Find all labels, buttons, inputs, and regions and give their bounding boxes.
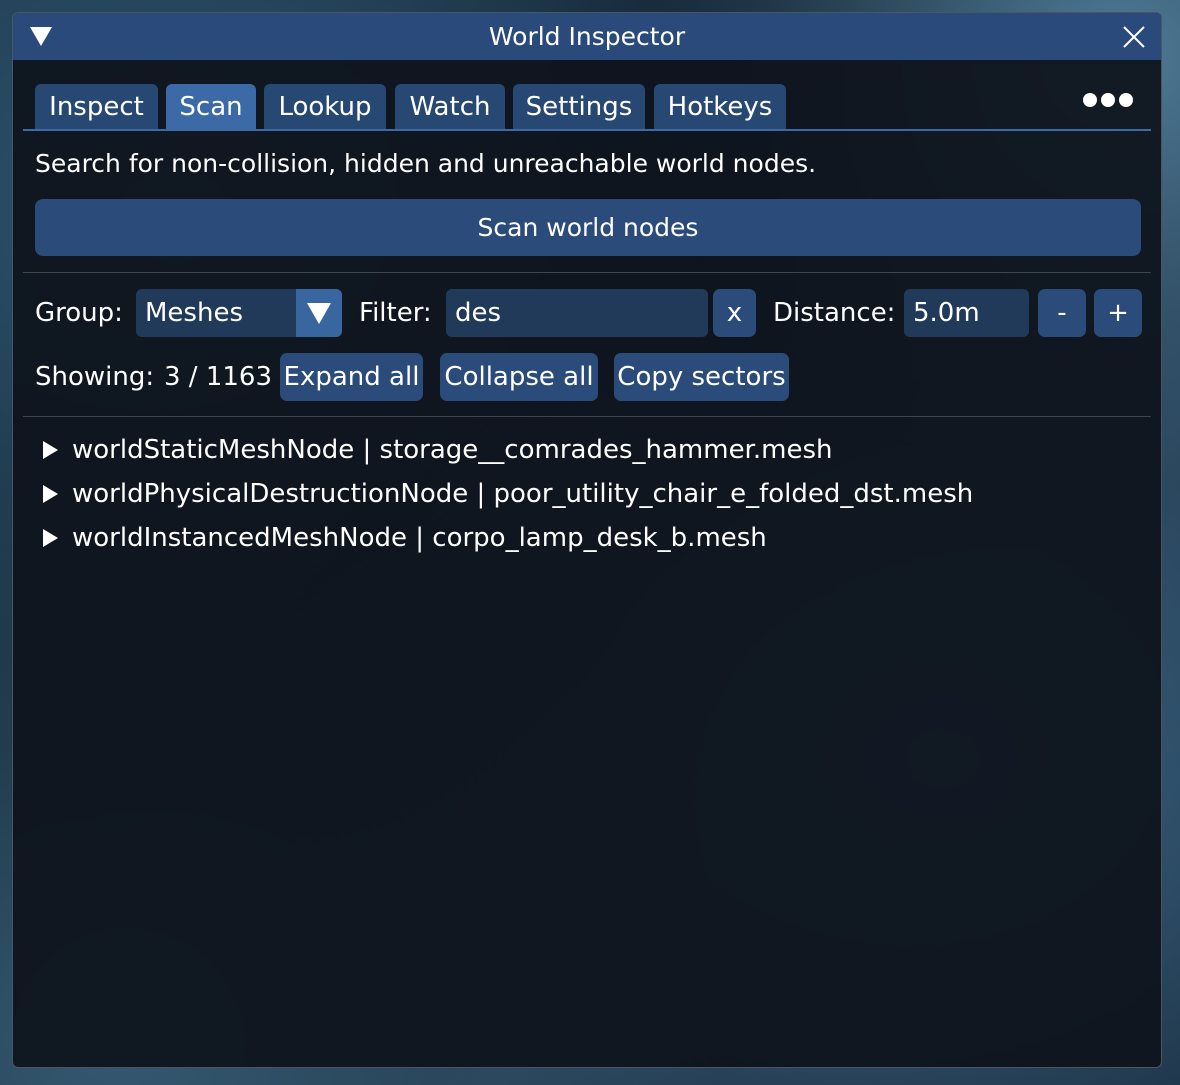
tab-hotkeys[interactable]: Hotkeys — [654, 84, 786, 130]
tree-expand-arrow-icon — [43, 441, 58, 459]
distance-label: Distance: — [773, 298, 896, 328]
close-icon[interactable] — [1121, 24, 1147, 50]
list-item-label: worldPhysicalDestructionNode | poor_util… — [72, 479, 974, 509]
group-label: Group: — [35, 298, 123, 328]
tree-expand-arrow-icon — [43, 485, 58, 503]
distance-input-value: 5.0m — [913, 298, 980, 328]
group-select[interactable]: Meshes — [136, 289, 342, 337]
list-item[interactable]: worldInstancedMeshNode | corpo_lamp_desk… — [43, 523, 767, 553]
copy-sectors-button[interactable]: Copy sectors — [614, 353, 789, 401]
collapse-triangle-icon[interactable] — [30, 27, 52, 46]
tab-settings[interactable]: Settings — [513, 84, 645, 130]
tab-inspect[interactable]: Inspect — [35, 84, 158, 130]
clear-filter-button[interactable]: x — [713, 289, 756, 337]
title-bar[interactable]: World Inspector — [13, 13, 1161, 60]
collapse-all-button[interactable]: Collapse all — [440, 353, 598, 401]
chevron-down-icon — [307, 302, 331, 324]
filter-input-value: des — [455, 298, 502, 328]
group-select-value: Meshes — [145, 298, 243, 328]
showing-label: Showing: — [35, 362, 155, 392]
list-item[interactable]: worldStaticMeshNode | storage__comrades_… — [43, 435, 832, 465]
distance-decrease-button[interactable]: - — [1038, 289, 1086, 337]
list-item-label: worldStaticMeshNode | storage__comrades_… — [72, 435, 833, 465]
tab-scan[interactable]: Scan — [166, 84, 256, 130]
tree-expand-arrow-icon — [43, 529, 58, 547]
window-title: World Inspector — [488, 22, 686, 51]
divider — [23, 416, 1151, 417]
filter-input[interactable]: des — [446, 289, 708, 337]
list-item[interactable]: worldPhysicalDestructionNode | poor_util… — [43, 479, 973, 509]
showing-count: 3 / 1163 — [164, 362, 272, 392]
list-item-label: worldInstancedMeshNode | corpo_lamp_desk… — [72, 523, 767, 553]
world-inspector-window: World Inspector Inspect Scan Lookup Watc… — [12, 12, 1162, 1068]
divider — [23, 272, 1151, 273]
dropdown-button[interactable] — [296, 289, 342, 337]
tab-bar: Inspect Scan Lookup Watch Settings Hotke… — [13, 60, 1161, 130]
filter-label: Filter: — [359, 298, 432, 328]
tab-watch[interactable]: Watch — [395, 84, 505, 130]
scan-description: Search for non-collision, hidden and unr… — [35, 149, 817, 178]
more-dots-icon[interactable] — [1083, 93, 1133, 107]
distance-input[interactable]: 5.0m — [904, 289, 1029, 337]
expand-all-button[interactable]: Expand all — [280, 353, 423, 401]
tab-lookup[interactable]: Lookup — [264, 84, 386, 130]
distance-increase-button[interactable]: + — [1094, 289, 1142, 337]
scan-world-nodes-button[interactable]: Scan world nodes — [35, 199, 1141, 256]
tab-underline — [23, 129, 1151, 131]
